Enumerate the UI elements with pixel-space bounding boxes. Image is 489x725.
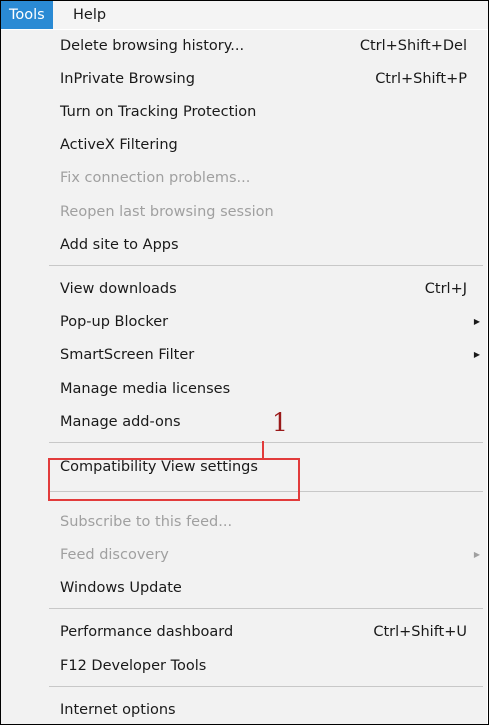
menu-item-label: Delete browsing history... — [60, 38, 245, 54]
menu-item-shortcut: Ctrl+Shift+U — [373, 624, 467, 640]
menu-item-shortcut: Ctrl+J — [424, 281, 467, 297]
menu-item-fix-connection-problems: Fix connection problems... — [1, 162, 487, 194]
menu-item-label: Windows Update — [60, 580, 182, 596]
menu-item-label: Manage media licenses — [60, 381, 231, 397]
menu-item-label: Reopen last browsing session — [60, 204, 274, 220]
tools-dropdown-menu: Delete browsing history... Ctrl+Shift+De… — [1, 30, 487, 724]
annotation-highlight-box — [48, 458, 300, 501]
menu-item-windows-update[interactable]: Windows Update — [1, 572, 487, 604]
menu-bar: Tools Help — [1, 1, 488, 29]
annotation-callout-line — [262, 441, 264, 459]
menu-item-manage-media-licenses[interactable]: Manage media licenses — [1, 373, 487, 405]
menu-item-view-downloads[interactable]: View downloads Ctrl+J — [1, 273, 487, 305]
menu-item-activex-filtering[interactable]: ActiveX Filtering — [1, 129, 487, 161]
menu-item-f12-developer-tools[interactable]: F12 Developer Tools — [1, 650, 487, 682]
menu-item-inprivate-browsing[interactable]: InPrivate Browsing Ctrl+Shift+P — [1, 63, 487, 95]
menu-item-smartscreen-filter[interactable]: SmartScreen Filter ▶ — [1, 339, 487, 371]
menubar-tools[interactable]: Tools — [1, 1, 53, 29]
menubar-help[interactable]: Help — [65, 1, 114, 29]
menu-item-reopen-last-session: Reopen last browsing session — [1, 196, 487, 228]
menu-item-label: Feed discovery — [60, 547, 169, 563]
menu-item-label: Performance dashboard — [60, 624, 234, 640]
menu-item-label: ActiveX Filtering — [60, 137, 178, 153]
menu-separator — [49, 608, 483, 609]
menu-item-label: Turn on Tracking Protection — [60, 104, 257, 120]
menu-separator — [49, 265, 483, 266]
menu-item-label: Pop-up Blocker — [60, 314, 169, 330]
menu-item-shortcut: Ctrl+Shift+Del — [359, 38, 467, 54]
menu-item-subscribe-to-feed: Subscribe to this feed... — [1, 506, 487, 538]
menu-item-label: Subscribe to this feed... — [60, 514, 233, 530]
menu-item-internet-options[interactable]: Internet options — [1, 694, 487, 724]
menu-separator — [49, 686, 483, 687]
menu-item-label: F12 Developer Tools — [60, 658, 207, 674]
menu-item-label: View downloads — [60, 281, 177, 297]
ie-tools-menu-window: Tools Help Delete browsing history... Ct… — [0, 0, 489, 725]
submenu-arrow-icon: ▶ — [473, 550, 480, 559]
submenu-arrow-icon: ▶ — [473, 317, 480, 326]
menu-separator — [49, 442, 483, 443]
menu-item-feed-discovery: Feed discovery ▶ — [1, 539, 487, 571]
menu-item-label: Manage add-ons — [60, 414, 181, 430]
menu-item-label: Add site to Apps — [60, 237, 179, 253]
submenu-arrow-icon: ▶ — [473, 350, 480, 359]
menu-item-label: Internet options — [60, 702, 176, 718]
menu-item-manage-add-ons[interactable]: Manage add-ons — [1, 406, 487, 438]
menu-item-label: SmartScreen Filter — [60, 347, 195, 363]
menu-item-popup-blocker[interactable]: Pop-up Blocker ▶ — [1, 306, 487, 338]
menu-item-label: Fix connection problems... — [60, 170, 251, 186]
menu-item-delete-browsing-history[interactable]: Delete browsing history... Ctrl+Shift+De… — [1, 30, 487, 62]
menu-item-tracking-protection[interactable]: Turn on Tracking Protection — [1, 96, 487, 128]
annotation-step-number: 1 — [272, 408, 288, 437]
menu-item-performance-dashboard[interactable]: Performance dashboard Ctrl+Shift+U — [1, 616, 487, 648]
menu-item-label: InPrivate Browsing — [60, 71, 195, 87]
menu-item-shortcut: Ctrl+Shift+P — [375, 71, 467, 87]
menu-item-add-site-to-apps[interactable]: Add site to Apps — [1, 229, 487, 261]
